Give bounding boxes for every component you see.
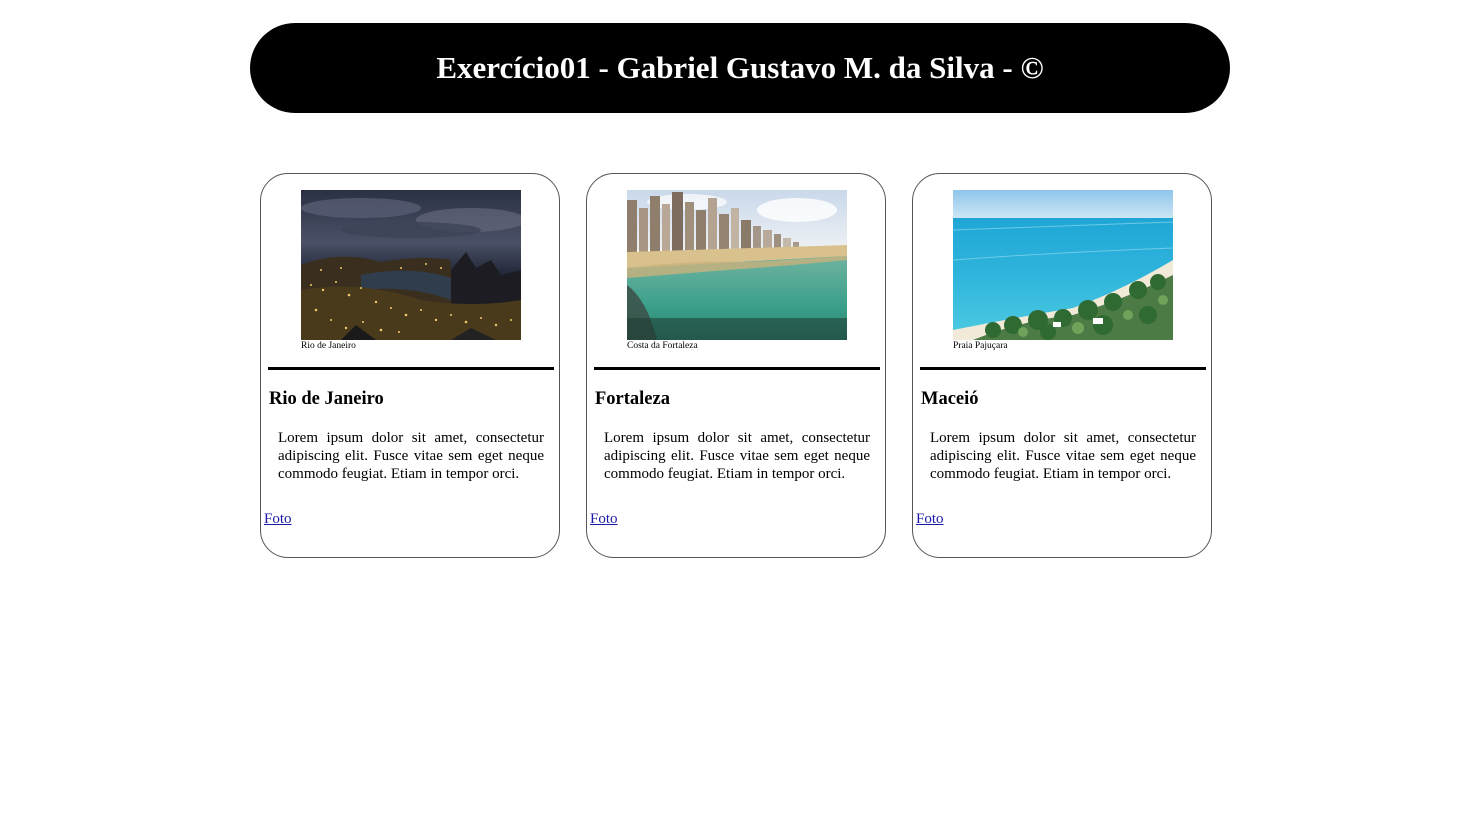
divider — [594, 367, 880, 370]
photo-caption: Costa da Fortaleza — [627, 341, 698, 351]
card-fortaleza: Costa da Fortaleza Fortaleza Lorem ipsum… — [586, 173, 886, 558]
foto-link[interactable]: Foto — [590, 511, 618, 528]
divider — [920, 367, 1206, 370]
figure-fortaleza: Costa da Fortaleza — [627, 190, 847, 352]
city-title: Fortaleza — [595, 389, 670, 409]
city-description: Lorem ipsum dolor sit amet, consectetur … — [278, 430, 544, 482]
fortaleza-beach-skyline-photo — [627, 190, 847, 340]
city-title: Maceió — [921, 389, 979, 409]
city-description: Lorem ipsum dolor sit amet, consectetur … — [604, 430, 870, 482]
page-title: Exercício01 - Gabriel Gustavo M. da Silv… — [436, 50, 1044, 85]
figure-rio: Rio de Janeiro — [301, 190, 521, 352]
divider — [268, 367, 554, 370]
photo-caption: Rio de Janeiro — [301, 341, 356, 351]
foto-link[interactable]: Foto — [264, 511, 292, 528]
praia-pajucara-beach-photo — [953, 190, 1173, 340]
rio-de-janeiro-night-photo — [301, 190, 521, 340]
foto-link[interactable]: Foto — [916, 511, 944, 528]
card-rio-de-janeiro: Rio de Janeiro Rio de Janeiro Lorem ipsu… — [260, 173, 560, 558]
photo-caption: Praia Pajuçara — [953, 341, 1008, 351]
city-title: Rio de Janeiro — [269, 389, 384, 409]
card-maceio: Praia Pajuçara Maceió Lorem ipsum dolor … — [912, 173, 1212, 558]
figure-maceio: Praia Pajuçara — [953, 190, 1173, 352]
page-header: Exercício01 - Gabriel Gustavo M. da Silv… — [250, 23, 1230, 113]
city-description: Lorem ipsum dolor sit amet, consectetur … — [930, 430, 1196, 482]
